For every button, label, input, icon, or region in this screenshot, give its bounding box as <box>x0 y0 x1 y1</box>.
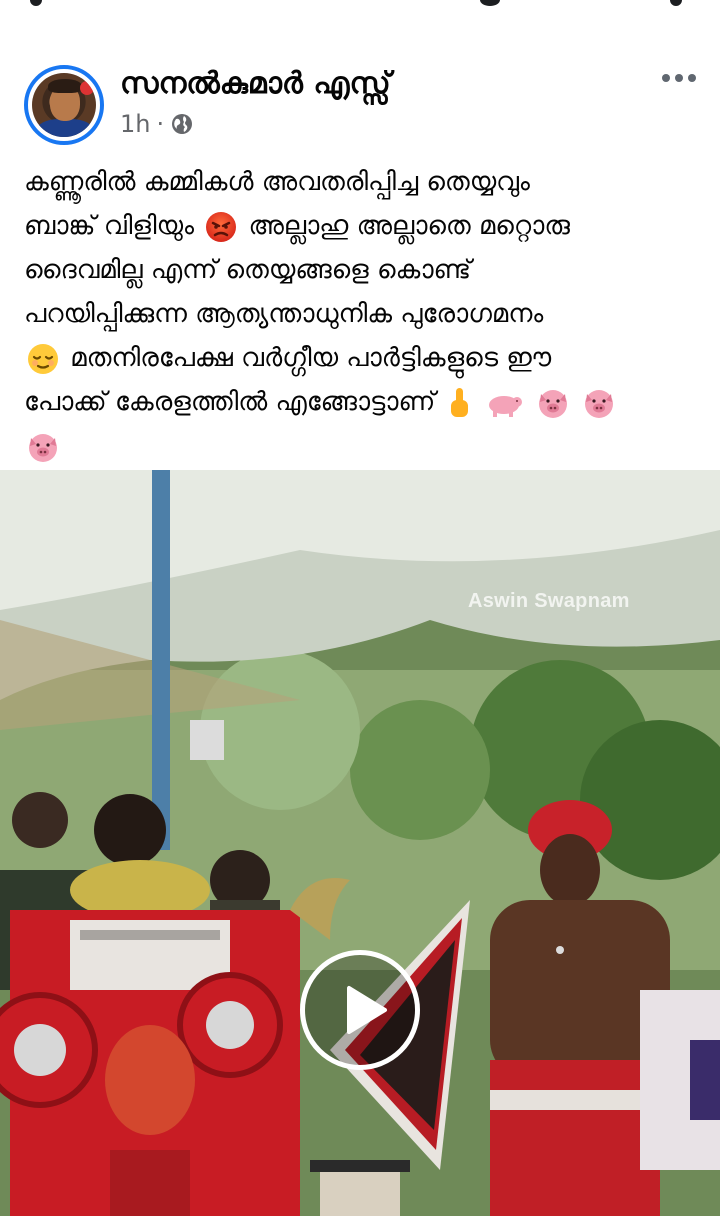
post-text-line-7: പോക്ക് കേരളത്തിൽ എങ്ങോട്ടാണ് <box>24 387 436 417</box>
relieved-face-emoji <box>28 343 58 374</box>
cut-off-glyph <box>480 0 500 6</box>
more-options-icon[interactable] <box>662 68 696 88</box>
post-time[interactable]: 1h <box>120 110 150 138</box>
pig-face-emoji <box>539 389 568 418</box>
pointing-finger-emoji <box>450 387 468 417</box>
post-text-line-6: മതനിരപേക്ഷ വർഗ്ഗീയ പാർട്ടികളുടെ ഈ <box>70 343 552 373</box>
post-text-line-3: അല്ലാഹു അല്ലാതെ മറ്റൊരു <box>248 211 570 241</box>
post-text-line-2: ബാങ്ക് വിളിയും <box>24 211 195 241</box>
post-text-line: ദൈവമില്ല എന്ന് തെയ്യങ്ങളെ കൊണ്ട് <box>24 248 696 292</box>
avatar[interactable] <box>24 65 104 145</box>
post-text-line: പോക്ക് കേരളത്തിൽ എങ്ങോട്ടാണ് <box>24 380 696 424</box>
previous-post-edge <box>0 0 720 8</box>
cut-off-glyph <box>30 0 42 6</box>
play-icon <box>347 986 387 1034</box>
post-text-line: പറയിപ്പിക്കുന്ന ആത്യന്താധുനിക പുരോഗമനം <box>24 292 696 336</box>
post-text-line-5: പറയിപ്പിക്കുന്ന ആത്യന്താധുനിക പുരോഗമനം <box>24 299 544 329</box>
post-text-line: കണ്ണൂരിൽ കമ്മികൾ അവതരിപ്പിച്ച തെയ്യവും <box>24 160 696 204</box>
cut-off-glyph <box>670 0 682 6</box>
post-text: കണ്ണൂരിൽ കമ്മികൾ അവതരിപ്പിച്ച തെയ്യവും ബ… <box>24 160 696 468</box>
post-text-line: മതനിരപേക്ഷ വർഗ്ഗീയ പാർട്ടികളുടെ ഈ <box>24 336 696 380</box>
pig-face-emoji <box>29 433 57 462</box>
globe-icon <box>172 114 193 134</box>
post-text-line-4: ദൈവമില്ല എന്ന് തെയ്യങ്ങളെ കൊണ്ട് <box>24 255 472 285</box>
angry-face-emoji <box>206 211 237 242</box>
avatar-photo <box>32 73 96 137</box>
pig-face-emoji <box>585 389 614 418</box>
video-frame <box>0 470 720 1216</box>
video-watermark: Aswin Swapnam <box>468 590 630 612</box>
post-text-line-1: കണ്ണൂരിൽ കമ്മികൾ അവതരിപ്പിച്ച തെയ്യവും <box>24 167 530 197</box>
pig-emoji <box>488 395 522 417</box>
video-player[interactable]: Aswin Swapnam <box>0 470 720 1216</box>
meta-separator: · <box>156 110 165 138</box>
post-text-line: ബാങ്ക് വിളിയും അല്ലാഹു അല്ലാതെ മറ്റൊരു <box>24 204 696 248</box>
author-name[interactable]: സനൽകുമാർ എസ്സ് <box>120 66 391 101</box>
post-meta: 1h · <box>120 110 194 138</box>
play-button[interactable] <box>300 950 420 1070</box>
post-text-line <box>24 424 696 468</box>
post-header: സനൽകുമാർ എസ്സ് 1h · <box>0 60 720 150</box>
